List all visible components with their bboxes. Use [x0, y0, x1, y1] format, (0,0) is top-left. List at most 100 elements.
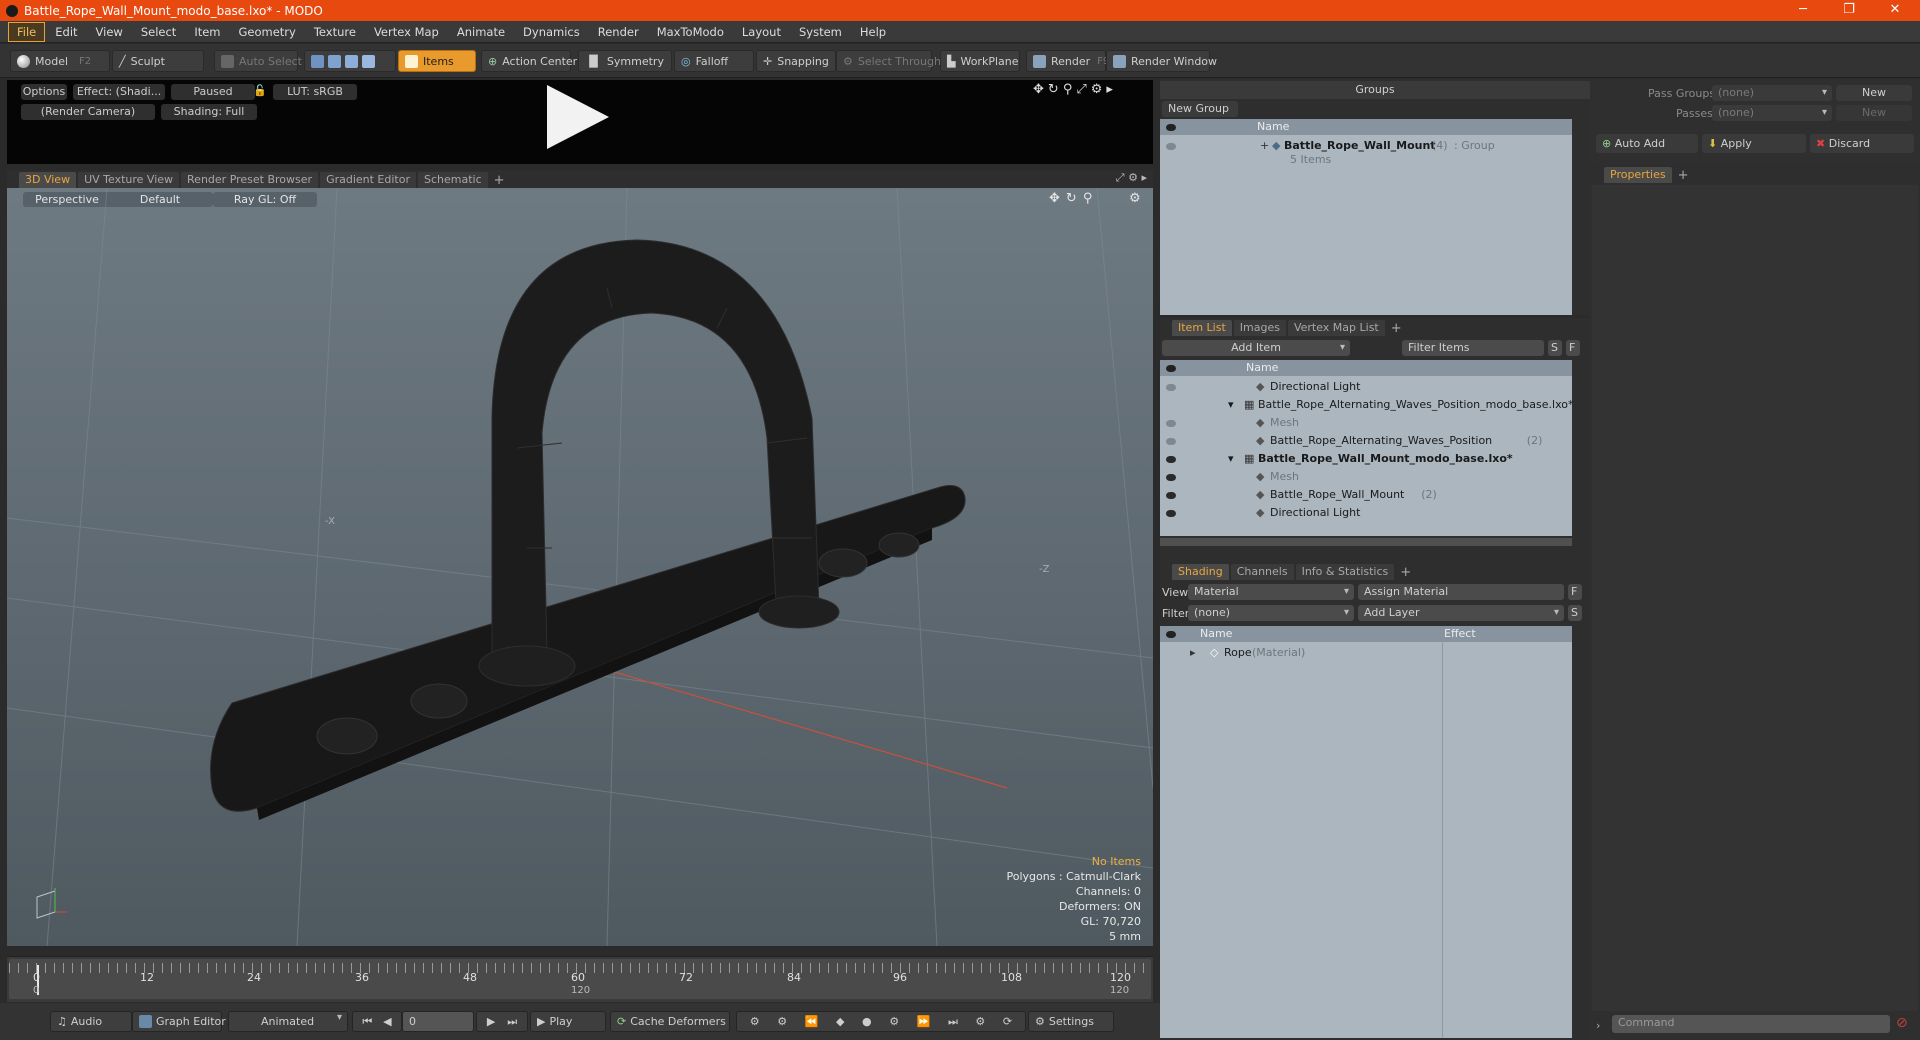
- step-forward-icon[interactable]: ▶: [487, 1015, 495, 1028]
- sculpt-mode-button[interactable]: ╱ Sculpt: [112, 50, 204, 72]
- tab-schematic[interactable]: Schematic: [418, 172, 488, 188]
- render-paused-button[interactable]: Paused: [171, 84, 255, 100]
- tab-channels[interactable]: Channels: [1230, 564, 1294, 580]
- filter-s-button[interactable]: S: [1548, 340, 1562, 356]
- lut-dropdown[interactable]: LUT: sRGB: [273, 84, 357, 100]
- filter-dropdown[interactable]: (none): [1188, 605, 1354, 621]
- menu-texture[interactable]: Texture: [306, 23, 364, 41]
- discard-button[interactable]: ✖ Discard: [1810, 134, 1914, 153]
- visibility-icon[interactable]: [1166, 510, 1176, 517]
- menu-select[interactable]: Select: [133, 23, 184, 41]
- new-group-button[interactable]: New Group: [1162, 101, 1238, 117]
- key-tool-icon[interactable]: ⚙: [750, 1015, 760, 1028]
- chevron-right-icon[interactable]: ▸: [1106, 82, 1117, 97]
- view-dropdown[interactable]: Material: [1188, 584, 1354, 600]
- menu-item[interactable]: Item: [186, 23, 228, 41]
- graph-editor-button[interactable]: Graph Editor: [132, 1011, 226, 1032]
- render-camera-dropdown[interactable]: (Render Camera): [21, 104, 155, 120]
- tab-item-list[interactable]: Item List: [1172, 320, 1232, 336]
- menu-layout[interactable]: Layout: [734, 23, 789, 41]
- auto-add-button[interactable]: ⊕ Auto Add: [1596, 134, 1698, 153]
- visibility-icon[interactable]: [1166, 474, 1176, 481]
- pass-groups-dropdown[interactable]: (none): [1712, 85, 1832, 101]
- item-list-scrollbar[interactable]: [1160, 538, 1572, 546]
- filter-f-button[interactable]: F: [1566, 340, 1580, 356]
- filter-items-input[interactable]: Filter Items: [1402, 340, 1544, 356]
- menu-dynamics[interactable]: Dynamics: [515, 23, 588, 41]
- maximize-icon[interactable]: ⤢: [1116, 171, 1125, 184]
- model-mode-button[interactable]: Model F2: [10, 50, 110, 72]
- add-item-dropdown[interactable]: Add Item: [1162, 340, 1350, 356]
- item-list[interactable]: Name ◆ Directional Light ▾ ▦ Battle_Rope_Alt…: [1160, 360, 1573, 536]
- tab-gradient-editor[interactable]: Gradient Editor: [320, 172, 416, 188]
- next-key-icon[interactable]: ⏩: [917, 1015, 931, 1028]
- select-through-button[interactable]: ⚙ Select Through: [836, 50, 941, 72]
- visibility-icon[interactable]: [1166, 456, 1176, 463]
- tab-uv-texture-view[interactable]: UV Texture View: [78, 172, 180, 188]
- menu-view[interactable]: View: [88, 23, 131, 41]
- skip-end-icon[interactable]: ⏭: [507, 1015, 517, 1029]
- key-tool-icon[interactable]: ⚙: [777, 1015, 787, 1028]
- lock-icon[interactable]: 🔓: [253, 84, 267, 97]
- gear-icon[interactable]: ⚙: [1128, 171, 1138, 184]
- menu-maxtomodo[interactable]: MaxToModo: [649, 23, 732, 41]
- sync-icon[interactable]: ⟳: [1003, 1015, 1012, 1028]
- action-center-button[interactable]: ⊕ Action Center: [481, 50, 577, 72]
- item-row[interactable]: ▾ ▦ Battle_Rope_Wall_Mount_modo_base.lxo*: [1160, 450, 1572, 468]
- polygons-mode-icon[interactable]: [345, 54, 358, 68]
- frame-field[interactable]: 0: [402, 1011, 474, 1032]
- expand-arrow-icon[interactable]: ▾: [1228, 450, 1234, 468]
- tab-3d-view[interactable]: 3D View: [19, 172, 77, 188]
- menu-edit[interactable]: Edit: [47, 23, 85, 41]
- auto-key-icon[interactable]: ⚙: [889, 1015, 899, 1028]
- visibility-icon[interactable]: [1166, 438, 1176, 445]
- tab-images[interactable]: Images: [1233, 320, 1286, 336]
- timeline[interactable]: 0 12 24 36 48 60 72 84 96 108 120 0 120 …: [7, 956, 1153, 1002]
- render-shading-dropdown[interactable]: Shading: Full: [161, 104, 257, 120]
- prev-key-icon[interactable]: ⏪: [805, 1015, 819, 1028]
- item-row[interactable]: ◆ Directional Light: [1160, 378, 1572, 396]
- assign-material-button[interactable]: Assign Material: [1358, 584, 1564, 600]
- visibility-icon[interactable]: [1166, 384, 1176, 391]
- zoom-icon[interactable]: ⚲: [1063, 82, 1077, 97]
- cache-deformers-button[interactable]: ⟳ Cache Deformers: [610, 1011, 730, 1032]
- item-row[interactable]: ◆ Battle_Rope_Alternating_Waves_Position (…: [1160, 432, 1572, 450]
- render-button[interactable]: Render F9: [1026, 50, 1109, 72]
- passes-dropdown[interactable]: (none): [1712, 105, 1832, 121]
- materials-mode-icon[interactable]: [362, 54, 375, 68]
- gear-icon[interactable]: ⚙: [1091, 82, 1107, 97]
- menu-render[interactable]: Render: [590, 23, 647, 41]
- workplane-button[interactable]: ▙ WorkPlane: [940, 50, 1020, 72]
- add-tab-icon[interactable]: +: [1396, 566, 1415, 580]
- add-tab-icon[interactable]: +: [1674, 169, 1693, 183]
- chevron-right-icon[interactable]: ▸: [1141, 171, 1147, 184]
- add-tab-icon[interactable]: +: [490, 174, 509, 188]
- menu-vertex-map[interactable]: Vertex Map: [366, 23, 447, 41]
- new-pass-group-button[interactable]: New: [1836, 85, 1912, 101]
- render-effect-dropdown[interactable]: Effect: (Shadi...: [73, 84, 165, 100]
- rotate-icon[interactable]: ↻: [1048, 82, 1063, 97]
- new-pass-button[interactable]: New: [1836, 105, 1912, 121]
- add-tab-icon[interactable]: +: [1387, 322, 1406, 336]
- key-icon[interactable]: ◆: [836, 1015, 844, 1028]
- falloff-button[interactable]: ◎ Falloff: [674, 50, 754, 72]
- items-mode-button[interactable]: Items: [398, 50, 476, 72]
- animated-dropdown[interactable]: Animated: [228, 1011, 348, 1032]
- skip-key-icon[interactable]: ⏭: [948, 1015, 958, 1029]
- add-layer-dropdown[interactable]: Add Layer: [1358, 605, 1564, 621]
- command-input[interactable]: Command: [1612, 1015, 1890, 1033]
- expand-icon[interactable]: +: [1260, 137, 1269, 155]
- close-button[interactable]: ✕: [1872, 0, 1918, 21]
- apply-button[interactable]: ⬇ Apply: [1702, 134, 1806, 153]
- snapping-button[interactable]: ✛ Snapping: [756, 50, 836, 72]
- groups-list[interactable]: Name + ◆ Battle_Rope_Wall_Mount (4) : Gr…: [1160, 119, 1572, 315]
- shading-f-button[interactable]: F: [1568, 584, 1582, 600]
- edges-mode-icon[interactable]: [328, 54, 341, 68]
- play-button[interactable]: ▶ Play: [530, 1011, 606, 1032]
- tab-shading[interactable]: Shading: [1172, 564, 1229, 580]
- skip-start-icon[interactable]: ⏮: [362, 1015, 372, 1029]
- menu-help[interactable]: Help: [852, 23, 894, 41]
- item-row[interactable]: ◆ Battle_Rope_Wall_Mount (2): [1160, 486, 1572, 504]
- fit-icon[interactable]: ⤢: [1076, 82, 1090, 97]
- tab-vertex-map-list[interactable]: Vertex Map List: [1287, 320, 1385, 336]
